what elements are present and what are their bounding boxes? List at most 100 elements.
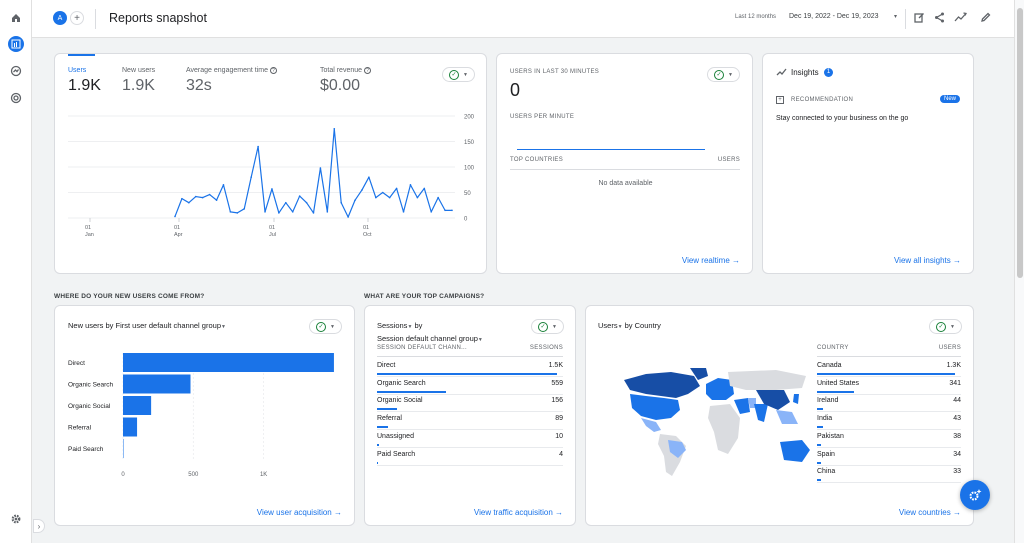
bar-category-label: Direct <box>68 360 85 367</box>
view-traffic-acquisition-link[interactable]: View traffic acquisition → <box>474 508 563 517</box>
countries-table-header: TOP COUNTRIES USERS <box>510 157 740 170</box>
row-bar <box>817 408 823 411</box>
bar <box>123 439 124 458</box>
row-value: 33 <box>953 468 961 476</box>
per-minute-baseline <box>517 149 705 150</box>
data-point <box>437 196 439 199</box>
insights-trend-icon[interactable] <box>954 12 967 25</box>
table-row[interactable]: Ireland 44 <box>817 394 961 413</box>
reports-icon[interactable] <box>8 36 24 52</box>
x-tick-day: 01 <box>363 225 369 231</box>
table-row[interactable]: Referral 89 <box>377 412 563 431</box>
table-row[interactable]: Spain 34 <box>817 448 961 466</box>
table-row[interactable]: Organic Search 559 <box>377 377 563 395</box>
compare-button[interactable]: ✓ ▼ <box>531 319 564 334</box>
table-row[interactable]: Direct 1.5K <box>377 359 563 377</box>
metric-value: 1.9K <box>68 77 101 94</box>
metric-new-users[interactable]: New users 1.9K <box>122 67 155 95</box>
data-point <box>257 145 259 148</box>
country-table: Canada 1.3K United States 341 Ireland 44 India… <box>817 359 961 485</box>
compare-button[interactable]: ✓ ▼ <box>929 319 962 334</box>
assistant-fab-button[interactable] <box>960 480 990 510</box>
table-row[interactable]: Canada 1.3K <box>817 359 961 377</box>
bar-category-label: Organic Search <box>68 382 114 389</box>
table-row[interactable]: India 43 <box>817 412 961 431</box>
bar <box>123 396 152 415</box>
acquisition-title[interactable]: New users by First user default channel … <box>68 321 226 330</box>
row-label: China <box>817 468 836 476</box>
scrollbar-thumb[interactable] <box>1017 8 1023 278</box>
advertising-icon[interactable] <box>8 90 24 106</box>
realtime-value: 0 <box>510 80 521 100</box>
bar <box>123 417 138 437</box>
section-new-users-heading: WHERE DO YOUR NEW USERS COME FROM? <box>54 293 205 300</box>
compare-button[interactable]: ✓ ▼ <box>309 319 342 334</box>
row-value: 43 <box>953 415 961 423</box>
settings-icon[interactable] <box>8 511 24 527</box>
table-row[interactable]: Pakistan 38 <box>817 430 961 448</box>
metric-engagement-time[interactable]: Average engagement time ? 32s <box>186 67 277 95</box>
new-badge: New <box>940 95 961 103</box>
help-icon[interactable]: ? <box>363 67 371 74</box>
table-row[interactable]: Organic Social 156 <box>377 394 563 413</box>
edit-pencil-icon[interactable] <box>980 12 991 25</box>
compare-button[interactable]: ✓ ▼ <box>442 67 475 82</box>
column-channel: SESSION DEFAULT CHANN... <box>377 345 467 351</box>
realtime-title: USERS IN LAST 30 MINUTES <box>510 69 600 75</box>
data-point <box>451 209 453 212</box>
view-realtime-link[interactable]: View realtime → <box>682 256 740 265</box>
add-comparison-icon[interactable]: + <box>70 11 84 25</box>
data-point <box>312 212 315 214</box>
table-row[interactable]: United States 341 <box>817 377 961 395</box>
view-countries-link[interactable]: View countries → <box>899 508 961 517</box>
data-point <box>264 211 266 213</box>
chevron-down-icon[interactable]: ▾ <box>894 13 897 20</box>
date-range-value[interactable]: Dec 19, 2022 - Dec 19, 2023 <box>789 13 879 20</box>
recommendation-text[interactable]: Stay connected to your business on the g… <box>776 115 908 122</box>
metric-users[interactable]: Users 1.9K <box>68 67 101 95</box>
sparkle-gear-icon <box>969 489 982 501</box>
home-icon[interactable] <box>8 10 24 26</box>
chevron-down-icon: ▼ <box>728 71 733 78</box>
row-label: Canada <box>817 362 842 369</box>
row-bar <box>817 461 822 464</box>
data-point <box>423 187 426 190</box>
insights-trend-icon <box>776 68 787 79</box>
expand-nav-button[interactable]: › <box>33 519 45 533</box>
compare-button[interactable]: ✓ ▼ <box>707 67 740 82</box>
row-value: 4 <box>559 450 563 458</box>
data-point <box>354 199 356 201</box>
view-all-insights-link[interactable]: View all insights → <box>894 256 961 265</box>
data-point <box>430 211 433 213</box>
map-region-middle-east <box>734 398 750 414</box>
users-line-chart: 20015010050001Jan01Apr01Jul01Oct <box>68 115 475 238</box>
map-region-united-states <box>630 394 680 420</box>
avatar[interactable]: A <box>53 11 67 25</box>
metric-total-revenue[interactable]: Total revenue ? $0.00 <box>320 67 371 95</box>
customize-report-icon[interactable] <box>914 12 925 25</box>
x-tick-day: 01 <box>85 225 91 231</box>
table-row[interactable]: China 33 <box>817 465 961 484</box>
table-row[interactable]: Unassigned 10 <box>377 430 563 448</box>
data-point <box>298 195 301 197</box>
data-point <box>236 212 239 214</box>
row-bar <box>377 408 398 411</box>
page-scrollbar[interactable] <box>1014 0 1024 543</box>
help-icon[interactable]: ? <box>269 67 277 74</box>
metric-label: Average engagement time <box>186 67 268 74</box>
bar-category-label: Paid Search <box>68 446 104 453</box>
section-campaigns-heading: WHAT ARE YOUR TOP CAMPAIGNS? <box>364 293 485 300</box>
divider <box>905 9 906 29</box>
map-region-canada <box>624 372 700 398</box>
table-row[interactable]: Paid Search 4 <box>377 448 563 466</box>
share-icon[interactable] <box>934 12 945 25</box>
metric-label: Users <box>68 67 87 74</box>
check-icon: ✓ <box>316 321 327 332</box>
view-user-acquisition-link[interactable]: View user acquisition → <box>257 508 342 517</box>
country-title[interactable]: Users▼ by Country <box>598 321 661 330</box>
y-tick-label: 200 <box>464 115 475 121</box>
explore-icon[interactable] <box>8 63 24 79</box>
campaigns-title[interactable]: Sessions▼ by Session default channel gro… <box>377 320 483 346</box>
map-region-mexico <box>641 418 661 432</box>
y-tick-label: 150 <box>464 140 475 146</box>
